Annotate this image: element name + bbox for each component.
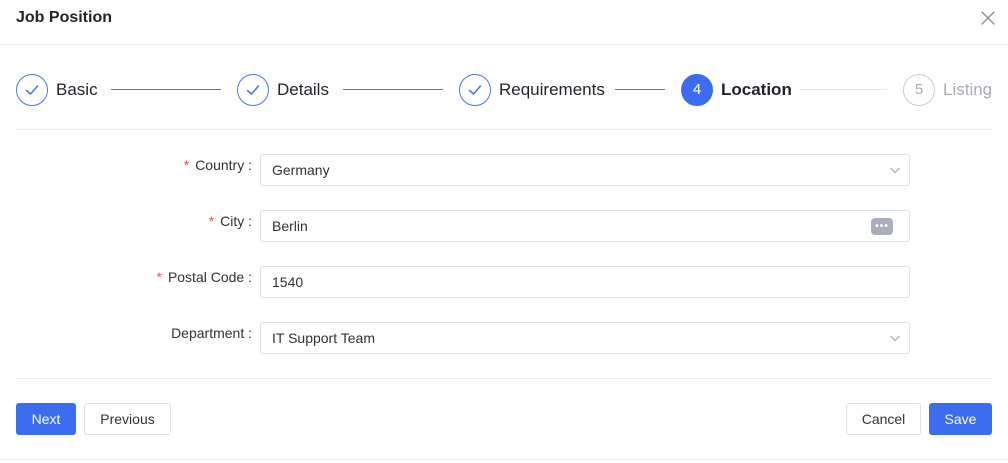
department-label: Department : xyxy=(171,325,252,341)
dialog-header: Job Position xyxy=(0,0,1008,45)
close-icon[interactable] xyxy=(978,8,998,28)
cancel-button[interactable]: Cancel xyxy=(846,403,921,435)
postal-code-label: * Postal Code : xyxy=(156,269,252,285)
step-connector xyxy=(800,89,887,90)
city-value: Berlin xyxy=(272,218,308,234)
postal-code-input[interactable]: 1540 xyxy=(260,266,910,298)
save-button[interactable]: Save xyxy=(929,403,992,435)
step-location[interactable]: 4 Location xyxy=(681,73,792,106)
country-label: * Country : xyxy=(183,157,252,173)
step-basic[interactable]: Basic xyxy=(16,73,98,106)
step-connector xyxy=(615,89,665,90)
step-label: Details xyxy=(277,79,329,99)
check-icon xyxy=(237,73,269,106)
step-label: Location xyxy=(721,79,792,99)
step-label: Listing xyxy=(943,79,993,99)
chevron-down-icon xyxy=(890,167,900,174)
bottom-border xyxy=(0,459,1008,460)
step-number: 5 xyxy=(903,73,935,106)
step-listing[interactable]: 5 Listing xyxy=(903,73,992,106)
more-icon[interactable]: ••• xyxy=(871,218,893,235)
step-number: 4 xyxy=(681,73,713,106)
steps-bar: Basic Details Requirements 4 Location 5 … xyxy=(16,73,992,106)
department-value: IT Support Team xyxy=(272,330,375,346)
country-value: Germany xyxy=(272,162,330,178)
footer-divider xyxy=(16,378,992,379)
step-connector xyxy=(343,89,443,90)
country-select[interactable]: Germany xyxy=(260,154,910,186)
next-button[interactable]: Next xyxy=(16,403,76,435)
form-row-country: * Country : Germany xyxy=(0,154,1008,186)
chevron-down-icon xyxy=(890,335,900,342)
form-row-department: Department : IT Support Team xyxy=(0,322,1008,354)
department-select[interactable]: IT Support Team xyxy=(260,322,910,354)
city-label: * City : xyxy=(208,213,252,229)
step-label: Basic xyxy=(56,79,98,99)
required-mark: * xyxy=(208,213,215,229)
city-input[interactable]: Berlin ••• xyxy=(260,210,910,242)
required-mark: * xyxy=(183,157,190,173)
check-icon xyxy=(459,73,491,106)
steps-divider xyxy=(16,129,992,130)
step-label: Requirements xyxy=(499,79,605,99)
step-connector xyxy=(111,89,221,90)
dialog-title: Job Position xyxy=(16,9,112,26)
postal-code-value: 1540 xyxy=(272,274,304,290)
required-mark: * xyxy=(156,269,162,285)
step-details[interactable]: Details xyxy=(237,73,329,106)
step-requirements[interactable]: Requirements xyxy=(459,73,605,106)
form-row-postal-code: * Postal Code : 1540 xyxy=(0,266,1008,298)
check-icon xyxy=(16,73,48,106)
previous-button[interactable]: Previous xyxy=(84,403,171,435)
form-row-city: * City : Berlin ••• xyxy=(0,210,1008,242)
